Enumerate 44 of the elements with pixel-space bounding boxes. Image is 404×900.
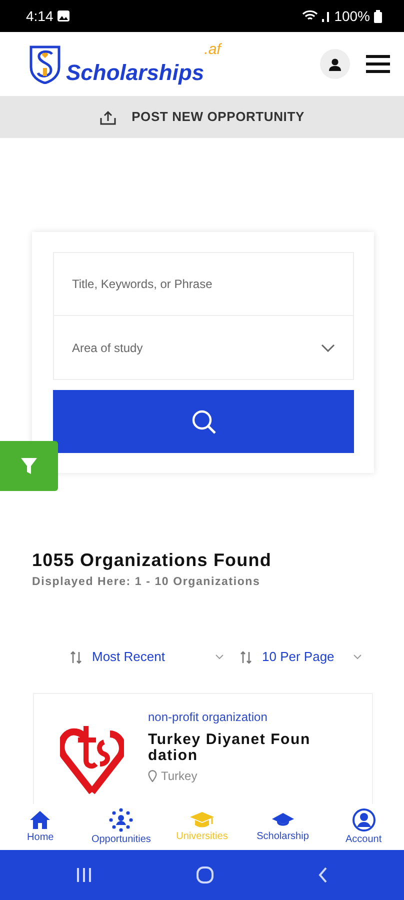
filter-icon — [20, 457, 38, 475]
wifi-icon — [302, 10, 318, 22]
per-page-select[interactable]: 10 Per Page — [240, 647, 362, 667]
nav-tab[interactable]: Opportunities — [81, 808, 162, 846]
account-icon — [352, 808, 376, 832]
people-network-icon — [108, 808, 134, 832]
signal-icon — [322, 10, 330, 22]
recent-apps-icon[interactable] — [76, 867, 92, 883]
organization-type: non-profit organization — [148, 708, 268, 726]
user-icon — [329, 58, 341, 70]
sort-icon — [70, 650, 82, 664]
user-button[interactable] — [320, 49, 350, 79]
post-opportunity-button[interactable]: POST NEW OPPORTUNITY — [0, 96, 404, 138]
area-select[interactable]: Area of study — [53, 316, 354, 380]
sort-order-select[interactable]: Most Recent — [70, 647, 224, 667]
results-title: 1055 Organizations Found — [32, 549, 272, 572]
chevron-down-icon — [321, 344, 335, 352]
battery-percent: 100% — [334, 6, 370, 26]
home-icon — [29, 810, 52, 830]
filter-button[interactable] — [0, 441, 58, 491]
menu-icon — [366, 54, 390, 74]
nav-tab[interactable]: Home — [0, 810, 80, 844]
logo-suffix: .af — [204, 42, 221, 57]
search-icon — [190, 408, 216, 434]
logo-icon — [28, 44, 62, 84]
gallery-icon — [57, 10, 70, 22]
graduation-cap-icon — [188, 810, 215, 828]
results-subtitle: Displayed Here: 1 - 10 Organizations — [32, 575, 262, 590]
organization-name: Turkey Diyanet Foun dation — [148, 732, 312, 764]
nav-tab[interactable]: Account — [324, 808, 404, 846]
organization-location: Turkey — [161, 768, 198, 786]
status-time: 4:14 — [26, 6, 54, 26]
menu-button[interactable] — [366, 52, 390, 76]
chevron-down-icon — [353, 654, 362, 660]
logo-text: Scholarships — [66, 62, 204, 84]
chevron-down-icon — [215, 654, 224, 660]
location-pin-icon — [148, 770, 157, 782]
sort-icon — [240, 650, 252, 664]
upload-icon — [100, 110, 116, 124]
graduation-cap-icon — [270, 810, 295, 828]
nav-tab[interactable]: Scholarship — [242, 810, 323, 844]
battery-icon — [374, 10, 382, 22]
back-icon[interactable] — [318, 867, 328, 883]
keyword-field[interactable]: Title, Keywords, or Phrase — [53, 252, 354, 316]
